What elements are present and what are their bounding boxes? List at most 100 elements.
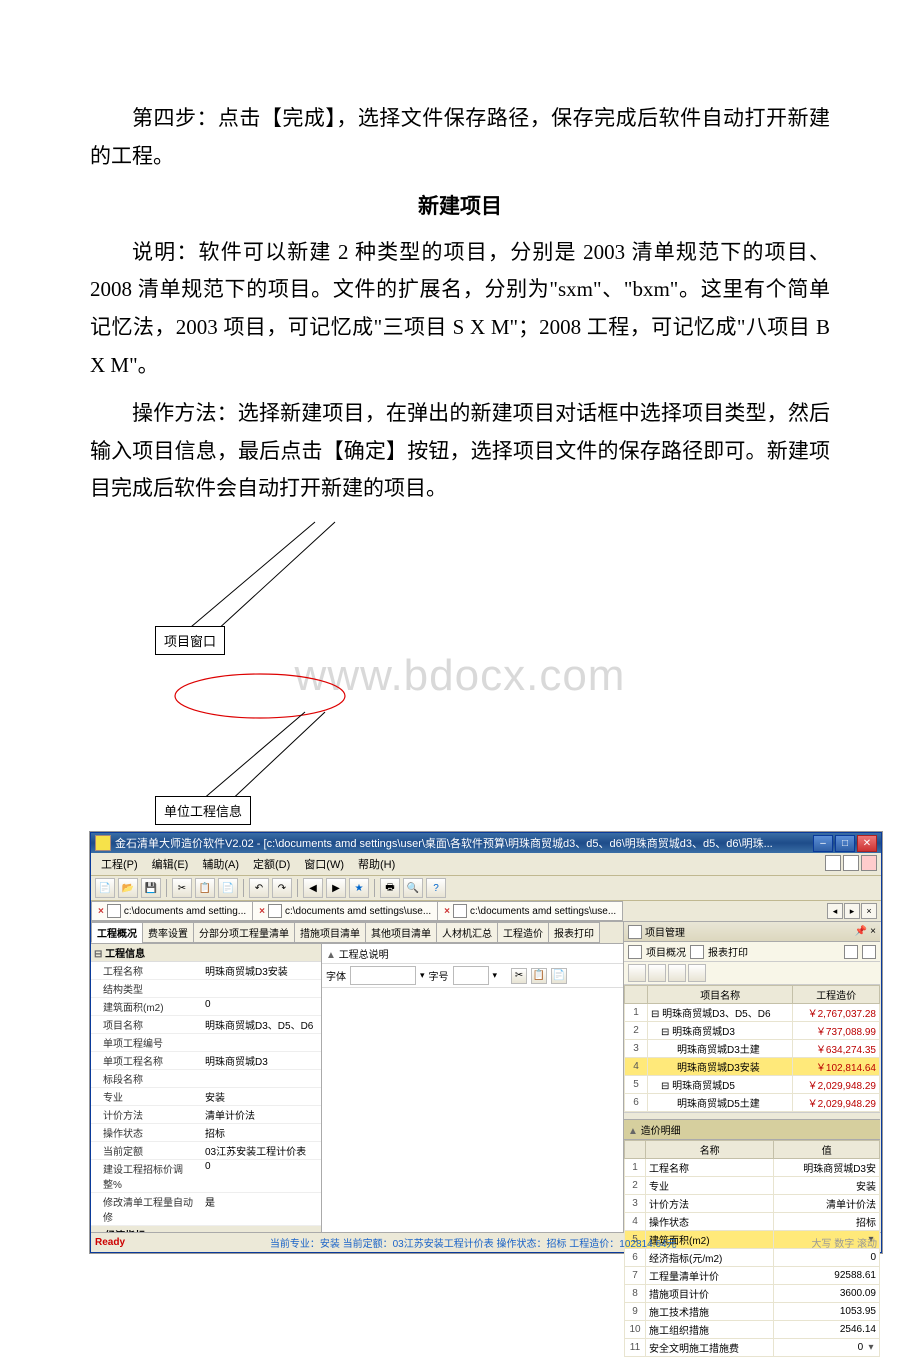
tool-fwd-icon[interactable]: ▶: [326, 878, 346, 898]
paste-icon[interactable]: 📄: [551, 968, 567, 984]
detail-row[interactable]: 9施工技术措施1053.95: [625, 1303, 880, 1321]
prop-row[interactable]: 建筑面积(m2)0: [91, 998, 321, 1016]
prop-value[interactable]: [203, 980, 321, 997]
minimize-button[interactable]: –: [813, 835, 833, 852]
tab-close-icon[interactable]: ×: [861, 903, 877, 919]
prop-row[interactable]: 计价方法清单计价法: [91, 1106, 321, 1124]
tree-row[interactable]: 6明珠商贸城D5土建￥2,029,948.29: [625, 1094, 880, 1112]
close-tab-icon[interactable]: ×: [98, 906, 104, 917]
prop-row[interactable]: 当前定额03江苏安装工程计价表: [91, 1142, 321, 1160]
toolbar-print-label[interactable]: 报表打印: [708, 944, 748, 959]
menu-help[interactable]: 帮助(H): [352, 855, 401, 873]
prop-row[interactable]: 专业安装: [91, 1088, 321, 1106]
prop-value[interactable]: 明珠商贸城D3安装: [203, 962, 321, 979]
mdi-minimize-icon[interactable]: [825, 855, 841, 871]
maximize-button[interactable]: □: [835, 835, 855, 852]
property-grid[interactable]: 工程信息工程名称明珠商贸城D3安装结构类型建筑面积(m2)0项目名称明珠商贸城D…: [91, 944, 322, 1232]
subtab-overview[interactable]: 工程概况: [91, 922, 143, 943]
prop-group-header[interactable]: 经济指标: [91, 1226, 321, 1232]
prop-row[interactable]: 修改清单工程量自动修是: [91, 1193, 321, 1226]
expand-icon[interactable]: [862, 945, 876, 959]
prop-value[interactable]: 招标: [203, 1124, 321, 1141]
tool-redo-icon[interactable]: ↷: [272, 878, 292, 898]
menu-edit[interactable]: 编辑(E): [146, 855, 195, 873]
tool-help-icon[interactable]: ?: [426, 878, 446, 898]
tool-new-icon[interactable]: 📄: [95, 878, 115, 898]
project-tree-table[interactable]: 项目名称 工程造价 1明珠商贸城D3、D5、D6￥2,767,037.282明珠…: [624, 985, 880, 1112]
tool-star-icon[interactable]: ★: [349, 878, 369, 898]
menu-project[interactable]: 工程(P): [95, 855, 144, 873]
tool-paste-icon[interactable]: 📄: [218, 878, 238, 898]
prop-row[interactable]: 标段名称: [91, 1070, 321, 1088]
detail-row[interactable]: 10施工组织措施2546.14: [625, 1321, 880, 1339]
tool-open-icon[interactable]: 📂: [118, 878, 138, 898]
tree-row[interactable]: 5明珠商贸城D5￥2,029,948.29: [625, 1076, 880, 1094]
detail-row[interactable]: 4操作状态招标: [625, 1213, 880, 1231]
doc-tab-2[interactable]: × c:\documents amd settings\use...: [252, 901, 438, 921]
prop-value[interactable]: [203, 1070, 321, 1087]
mdi-close-icon[interactable]: [861, 855, 877, 871]
subtab-rates[interactable]: 费率设置: [142, 922, 194, 943]
new-icon[interactable]: [628, 964, 646, 982]
menu-quota[interactable]: 定额(D): [247, 855, 296, 873]
detail-row[interactable]: 11安全文明施工措施费0 ▾: [625, 1339, 880, 1357]
close-tab-icon[interactable]: ×: [444, 906, 450, 917]
tree-row[interactable]: 2明珠商贸城D3￥737,088.99: [625, 1022, 880, 1040]
subtab-measures[interactable]: 措施项目清单: [294, 922, 366, 943]
prop-row[interactable]: 单项工程编号: [91, 1034, 321, 1052]
detail-row[interactable]: 3计价方法清单计价法: [625, 1195, 880, 1213]
detail-row[interactable]: 2专业安装: [625, 1177, 880, 1195]
prop-value[interactable]: 明珠商贸城D3、D5、D6: [203, 1016, 321, 1033]
prop-group-header[interactable]: 工程信息: [91, 944, 321, 962]
panel-pin-icon[interactable]: 📌 ×: [855, 926, 876, 937]
detail-row[interactable]: 7工程量清单计价92588.61: [625, 1267, 880, 1285]
doc-tab-3[interactable]: × c:\documents amd settings\use...: [437, 901, 623, 921]
tab-prev-icon[interactable]: ◂: [827, 903, 843, 919]
menu-window[interactable]: 窗口(W): [298, 855, 350, 873]
save-icon[interactable]: [668, 964, 686, 982]
subtab-bill[interactable]: 分部分项工程量清单: [193, 922, 295, 943]
prop-value[interactable]: 0: [203, 1160, 321, 1192]
open-icon[interactable]: [648, 964, 666, 982]
toolbar-overview-label[interactable]: 项目概况: [646, 944, 686, 959]
tool-print-icon[interactable]: 🖶: [380, 878, 400, 898]
tool-back-icon[interactable]: ◀: [303, 878, 323, 898]
close-button[interactable]: ✕: [857, 835, 877, 852]
subtab-other[interactable]: 其他项目清单: [365, 922, 437, 943]
subtab-cost[interactable]: 工程造价: [497, 922, 549, 943]
tool-undo-icon[interactable]: ↶: [249, 878, 269, 898]
prop-value[interactable]: 0: [203, 998, 321, 1015]
prop-value[interactable]: 03江苏安装工程计价表: [203, 1142, 321, 1159]
prop-value[interactable]: [203, 1034, 321, 1051]
copy-icon[interactable]: 📋: [531, 968, 547, 984]
prop-row[interactable]: 工程名称明珠商贸城D3安装: [91, 962, 321, 980]
close-tab-icon[interactable]: ×: [259, 906, 265, 917]
prop-value[interactable]: 是: [203, 1193, 321, 1225]
tool-copy-icon[interactable]: 📋: [195, 878, 215, 898]
tool-cut-icon[interactable]: ✂: [172, 878, 192, 898]
prop-row[interactable]: 项目名称明珠商贸城D3、D5、D6: [91, 1016, 321, 1034]
tab-next-icon[interactable]: ▸: [844, 903, 860, 919]
prop-row[interactable]: 单项工程名称明珠商贸城D3: [91, 1052, 321, 1070]
prop-row[interactable]: 操作状态招标: [91, 1124, 321, 1142]
prop-row[interactable]: 结构类型: [91, 980, 321, 998]
tool-save-icon[interactable]: 💾: [141, 878, 161, 898]
prop-row[interactable]: 建设工程招标价调整%0: [91, 1160, 321, 1193]
tree-row[interactable]: 4明珠商贸城D3安装￥102,814.64: [625, 1058, 880, 1076]
prop-value[interactable]: 清单计价法: [203, 1106, 321, 1123]
prop-value[interactable]: 安装: [203, 1088, 321, 1105]
doc-tab-1[interactable]: × c:\documents amd setting...: [91, 901, 253, 921]
cut-icon[interactable]: ✂: [511, 968, 527, 984]
subtab-report[interactable]: 报表打印: [548, 922, 600, 943]
mdi-restore-icon[interactable]: [843, 855, 859, 871]
description-text-area[interactable]: [322, 988, 623, 1232]
tool-find-icon[interactable]: 🔍: [403, 878, 423, 898]
refresh-icon[interactable]: [844, 945, 858, 959]
delete-icon[interactable]: [688, 964, 706, 982]
size-select[interactable]: [453, 966, 489, 985]
detail-row[interactable]: 6经济指标(元/m2)0: [625, 1249, 880, 1267]
prop-value[interactable]: 明珠商贸城D3: [203, 1052, 321, 1069]
subtab-material[interactable]: 人材机汇总: [436, 922, 498, 943]
font-select[interactable]: [350, 966, 416, 985]
detail-row[interactable]: 8措施项目计价3600.09: [625, 1285, 880, 1303]
